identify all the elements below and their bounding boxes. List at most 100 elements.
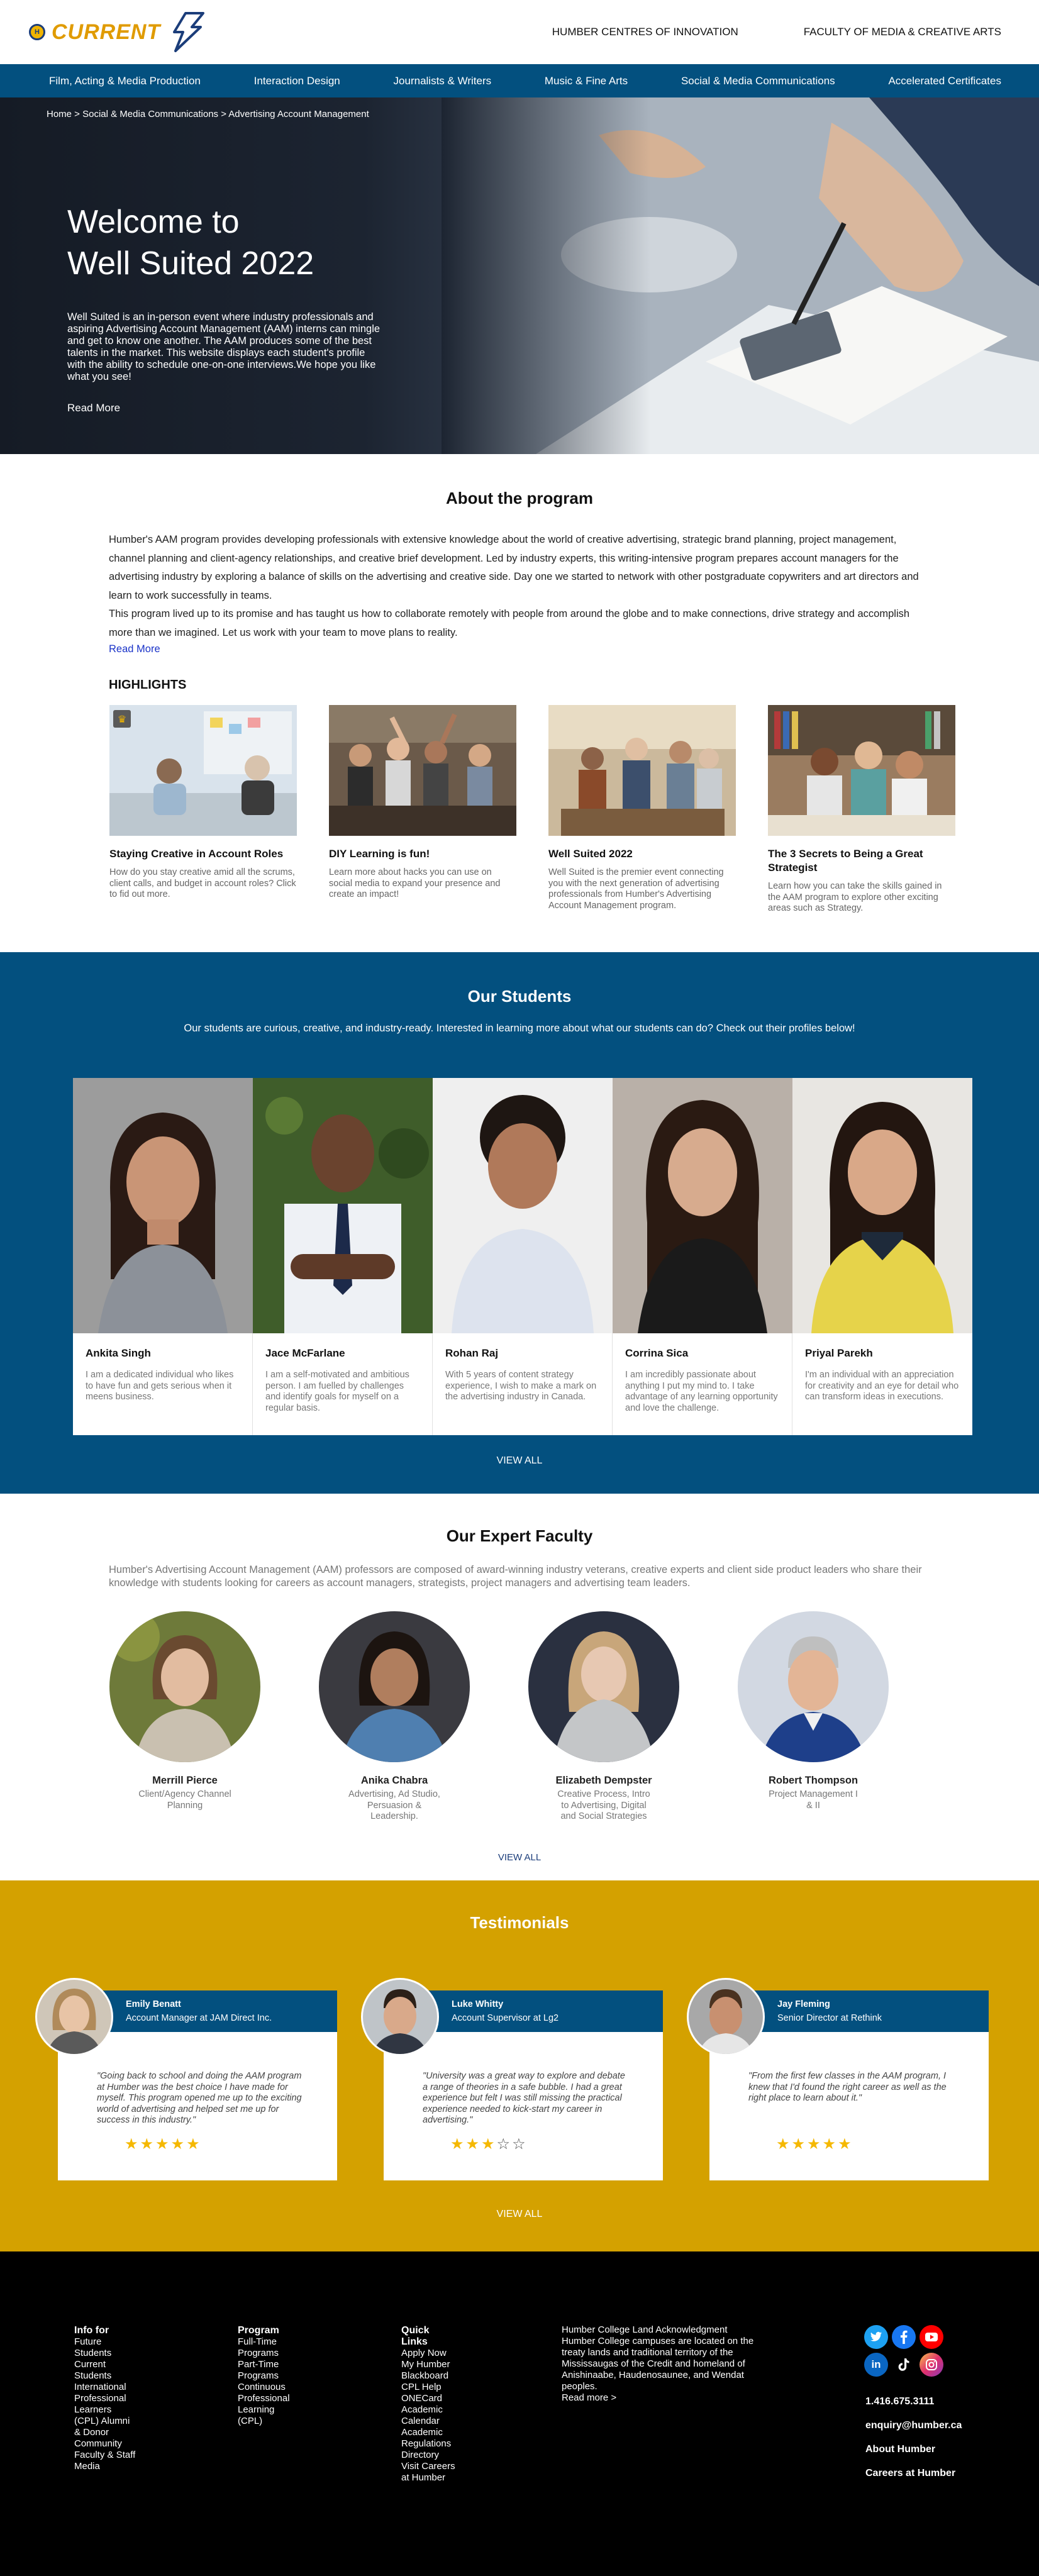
students-subtitle: Our students are curious, creative, and … <box>184 1023 855 1034</box>
footer-program-links[interactable]: Full-Time Programs Part-Time Programs Co… <box>238 2336 301 2427</box>
youtube-icon[interactable] <box>920 2325 943 2349</box>
student-photo <box>253 1078 433 1333</box>
land-ack-read-more-link[interactable]: Read more > <box>562 2392 616 2403</box>
linkedin-icon[interactable]: in <box>864 2353 888 2377</box>
highlight-desc: How do you stay creative amid all the sc… <box>109 867 296 899</box>
humber-crest-icon: H <box>29 24 45 40</box>
footer-info-heading: Info for <box>74 2325 109 2336</box>
student-name: Ankita Singh <box>86 1347 151 1359</box>
student-photo <box>613 1078 792 1333</box>
current-logo[interactable]: H CURRENT <box>29 12 207 52</box>
facebook-icon[interactable] <box>892 2325 916 2349</box>
about-humber-link[interactable]: About Humber <box>865 2438 962 2462</box>
land-ack-text: Humber College Land Acknowledgment Humbe… <box>562 2324 754 2392</box>
testimonial-body: "University was a great way to explore a… <box>384 2032 663 2180</box>
footer-land-acknowledgment: Humber College Land Acknowledgment Humbe… <box>562 2324 763 2404</box>
star-filled-icon: ★ <box>481 2136 497 2153</box>
link-faculty-media-arts[interactable]: FACULTY OF MEDIA & CREATIVE ARTS <box>804 26 1001 38</box>
star-filled-icon: ★ <box>838 2136 853 2153</box>
student-card[interactable]: Corrina Sica I am incredibly passionate … <box>613 1078 792 1435</box>
highlight-desc: Learn more about hacks you can use on so… <box>329 867 501 899</box>
top-header: H CURRENT HUMBER CENTRES OF INNOVATION F… <box>0 0 1039 64</box>
student-card[interactable]: Priyal Parekh I'm an individual with an … <box>792 1078 972 1435</box>
testimonials-title: Testimonials <box>470 1913 569 1932</box>
breadcrumb[interactable]: Home > Social & Media Communications > A… <box>47 109 369 119</box>
faculty-role: Creative Process, Intro to Advertising, … <box>557 1789 650 1821</box>
about-read-more-link[interactable]: Read More <box>109 643 1039 655</box>
nav-item-social-media[interactable]: Social & Media Communications <box>681 75 835 87</box>
nav-item-journalists[interactable]: Journalists & Writers <box>394 75 492 87</box>
testimonial-body: "Going back to school and doing the AAM … <box>58 2032 337 2180</box>
star-rating: ★★★★★ <box>776 2135 853 2153</box>
star-rating: ★★★★★ <box>125 2135 202 2153</box>
testimonials-grid: Emily Benatt Account Manager at JAM Dire… <box>35 1978 989 2180</box>
footer-program-column: Program Full-Time Programs Part-Time Pro… <box>238 2325 301 2427</box>
star-filled-icon: ★ <box>791 2136 808 2153</box>
email-link[interactable]: enquiry@humber.ca <box>865 2414 962 2438</box>
star-filled-icon: ★ <box>186 2136 202 2153</box>
student-card[interactable]: Jace McFarlane I am a self-motivated and… <box>253 1078 433 1435</box>
hero-title: Welcome to Well Suited 2022 <box>67 204 314 282</box>
about-text: Humber's AAM program provides developing… <box>109 534 919 638</box>
highlight-card[interactable]: The 3 Secrets to Being a Great Strategis… <box>768 705 955 914</box>
footer-info-links[interactable]: Future Students Current Students Interna… <box>74 2336 137 2472</box>
link-centres-of-innovation[interactable]: HUMBER CENTRES OF INNOVATION <box>552 26 738 38</box>
students-view-all-link[interactable]: VIEW ALL <box>0 1455 1039 1467</box>
faculty-title: Our Expert Faculty <box>446 1526 593 1545</box>
testimonial-name: Jay Fleming <box>777 1999 830 2009</box>
testimonial-card: Luke Whitty Account Supervisor at Lg2 "U… <box>361 1978 663 2180</box>
twitter-icon[interactable] <box>864 2325 888 2349</box>
star-filled-icon: ★ <box>170 2136 187 2153</box>
hero-read-more-link[interactable]: Read More <box>67 402 120 414</box>
faculty-card[interactable]: Merrill Pierce Client/Agency Channel Pla… <box>109 1611 260 1823</box>
nav-item-accelerated-certificates[interactable]: Accelerated Certificates <box>888 75 1001 87</box>
hero-description: Well Suited is an in-person event where … <box>67 311 381 382</box>
student-card[interactable]: Rohan Raj With 5 years of content strate… <box>433 1078 613 1435</box>
footer-info-column: Info for Future Students Current Student… <box>74 2325 137 2472</box>
social-icons: in <box>864 2325 943 2380</box>
star-empty-icon: ☆ <box>496 2136 513 2153</box>
students-title: Our Students <box>467 987 572 1006</box>
footer-quick-column: Quick Links Apply Now My Humber Blackboa… <box>401 2325 455 2484</box>
tiktok-icon[interactable] <box>892 2353 916 2377</box>
highlight-image <box>548 705 736 836</box>
star-filled-icon: ★ <box>450 2136 466 2153</box>
footer: Info for Future Students Current Student… <box>0 2251 1039 2576</box>
logo-text: CURRENT <box>52 19 161 44</box>
faculty-name: Elizabeth Dempster <box>555 1775 652 1786</box>
faculty-photo <box>528 1611 679 1762</box>
phone-link[interactable]: 1.416.675.3111 <box>865 2390 962 2414</box>
lightning-bolt-icon <box>173 12 205 52</box>
instagram-icon[interactable] <box>920 2353 943 2377</box>
star-filled-icon: ★ <box>776 2136 792 2153</box>
highlight-title: Well Suited 2022 <box>548 848 633 860</box>
faculty-role: Client/Agency Channel Planning <box>138 1789 231 1811</box>
faculty-card[interactable]: Elizabeth Dempster Creative Process, Int… <box>528 1611 679 1823</box>
highlight-title: Staying Creative in Account Roles <box>109 848 284 860</box>
nav-item-music-fine-arts[interactable]: Music & Fine Arts <box>545 75 628 87</box>
testimonials-section: Testimonials Emily Benatt Account Manage… <box>0 1880 1039 2251</box>
avatar <box>35 1978 113 2056</box>
faculty-view-all-link[interactable]: VIEW ALL <box>0 1852 1039 1863</box>
faculty-photo <box>319 1611 470 1762</box>
avatar <box>361 1978 439 2056</box>
student-photo <box>433 1078 613 1333</box>
highlight-card[interactable]: Well Suited 2022 Well Suited is the prem… <box>548 705 736 914</box>
highlight-title: The 3 Secrets to Being a Great Strategis… <box>768 848 923 874</box>
highlight-card[interactable]: ♛ Staying Creative in Account Roles How … <box>109 705 297 914</box>
svg-text:♛: ♛ <box>118 714 126 725</box>
faculty-card[interactable]: Robert Thompson Project Management I & I… <box>738 1611 889 1823</box>
star-filled-icon: ★ <box>125 2136 140 2153</box>
star-filled-icon: ★ <box>822 2136 838 2153</box>
nav-item-film[interactable]: Film, Acting & Media Production <box>49 75 201 87</box>
footer-contact: 1.416.675.3111 enquiry@humber.ca About H… <box>865 2390 962 2485</box>
faculty-photo <box>109 1611 260 1762</box>
careers-link[interactable]: Careers at Humber <box>865 2462 962 2485</box>
highlight-card[interactable]: DIY Learning is fun! Learn more about ha… <box>329 705 516 914</box>
testimonials-view-all-link[interactable]: VIEW ALL <box>0 2209 1039 2220</box>
student-card[interactable]: Ankita Singh I am a dedicated individual… <box>73 1078 253 1435</box>
footer-quick-links[interactable]: Apply Now My Humber Blackboard CPL Help … <box>401 2348 455 2484</box>
student-desc: I am incredibly passionate about anythin… <box>625 1370 778 1413</box>
faculty-card[interactable]: Anika Chabra Advertising, Ad Studio, Per… <box>319 1611 470 1823</box>
nav-item-interaction-design[interactable]: Interaction Design <box>254 75 340 87</box>
